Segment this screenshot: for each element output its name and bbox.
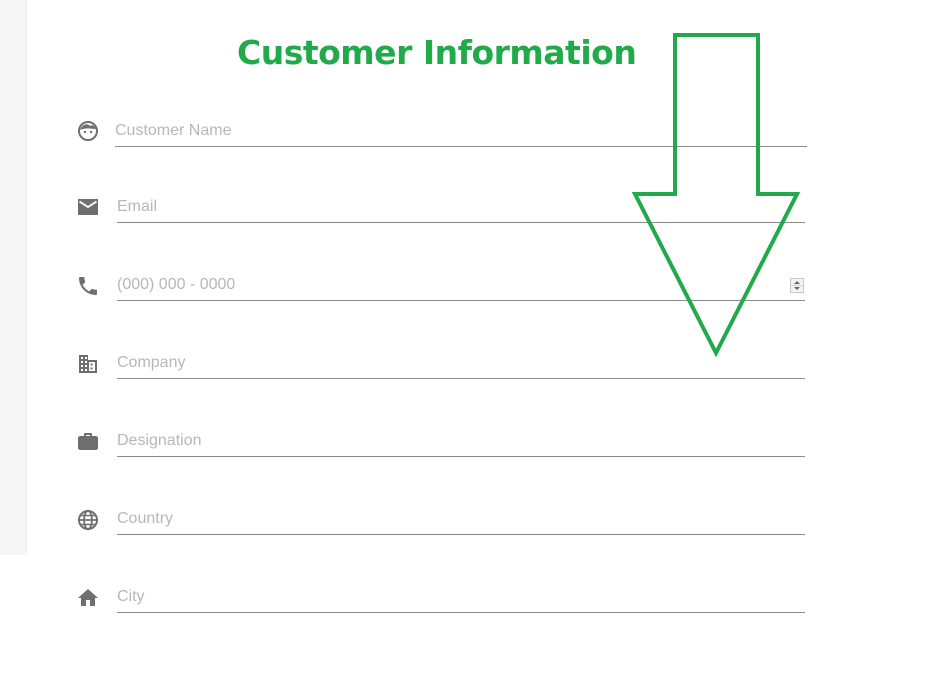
city-row	[76, 582, 808, 614]
country-input[interactable]	[117, 504, 805, 535]
phone-icon	[76, 274, 100, 298]
company-row	[76, 348, 808, 380]
chevron-up-icon	[794, 281, 800, 284]
phone-row	[76, 270, 808, 302]
company-input[interactable]	[117, 348, 805, 379]
spinner-down-button[interactable]	[791, 286, 803, 293]
chevron-down-icon	[794, 286, 800, 290]
designation-row	[76, 426, 808, 458]
customer-name-row	[76, 116, 808, 148]
globe-icon	[76, 508, 100, 532]
phone-spinner[interactable]	[790, 278, 804, 293]
city-input[interactable]	[117, 582, 805, 613]
mail-icon	[76, 195, 100, 219]
briefcase-icon	[76, 429, 100, 453]
country-row	[76, 504, 808, 536]
email-input[interactable]	[117, 192, 805, 223]
customer-name-input[interactable]	[115, 116, 807, 147]
building-icon	[76, 352, 100, 376]
customer-form-page: Customer Information	[0, 0, 946, 688]
phone-input[interactable]	[117, 270, 805, 301]
email-row	[76, 192, 808, 224]
page-title: Customer Information	[237, 33, 637, 72]
home-icon	[76, 586, 100, 610]
designation-input[interactable]	[117, 426, 805, 457]
face-icon	[76, 119, 100, 143]
left-sidebar-strip	[0, 0, 27, 555]
